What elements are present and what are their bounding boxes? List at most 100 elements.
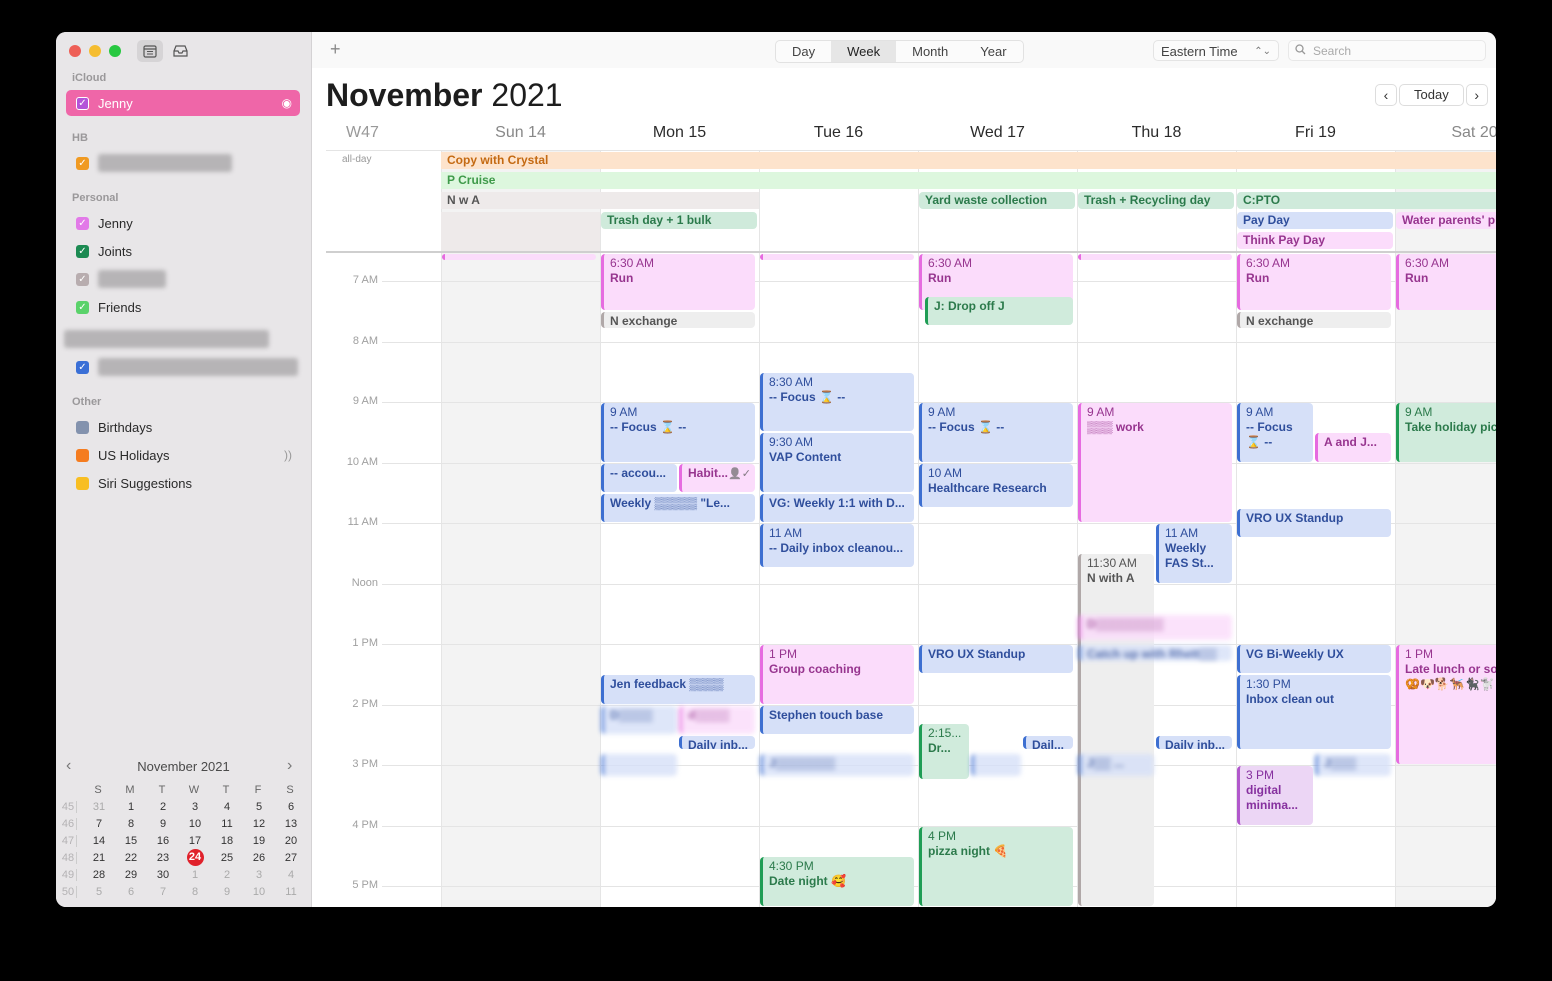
allday-event[interactable]: C:PTO: [1237, 192, 1496, 209]
calendar-event[interactable]: [971, 753, 1021, 777]
calendar-event[interactable]: VRO UX Standup: [919, 645, 1073, 674]
view-tab-week[interactable]: Week: [831, 41, 897, 62]
calendar-event[interactable]: J▒▒▒▒▒▒▒: [760, 753, 914, 777]
calendar-event[interactable]: [601, 753, 677, 777]
allday-event[interactable]: P Cruise: [441, 172, 1496, 189]
inbox-button[interactable]: [167, 40, 193, 62]
calendar-event[interactable]: N exchange: [601, 312, 755, 329]
mini-day[interactable]: 2: [211, 869, 243, 881]
mini-day[interactable]: 5: [83, 886, 115, 898]
mini-day[interactable]: 21: [83, 852, 115, 864]
calendar-event[interactable]: 6:30 AM Run: [1396, 254, 1496, 311]
sidebar-calendar-item[interactable]: ✓: [66, 266, 300, 292]
shared-person-icon[interactable]: ◉: [282, 96, 292, 110]
calendar-event[interactable]: Daily inb...: [1156, 735, 1232, 749]
mini-day[interactable]: 6: [115, 886, 147, 898]
mini-day[interactable]: 11: [211, 818, 243, 830]
mini-day[interactable]: 25: [211, 852, 243, 864]
sidebar-calendar-item[interactable]: ✓: [66, 150, 300, 176]
day-header[interactable]: Mon 15: [600, 124, 759, 142]
calendar-event[interactable]: Dail...: [1023, 735, 1073, 749]
calendar-event[interactable]: Jen feedback ▒▒▒▒: [601, 675, 755, 704]
calendar-event[interactable]: 9 AM Take holiday pic: [1396, 403, 1496, 462]
calendar-event[interactable]: 9 AM -- Focus ⌛ --: [601, 403, 755, 462]
allday-event[interactable]: Yard waste collection: [919, 192, 1075, 209]
checkbox-checked-icon[interactable]: ✓: [76, 272, 89, 286]
mini-day[interactable]: 3: [243, 869, 275, 881]
day-header[interactable]: Sun 14: [441, 124, 600, 142]
sidebar-calendar-item[interactable]: Siri Suggestions: [66, 470, 300, 496]
day-header[interactable]: Tue 16: [759, 124, 918, 142]
mini-day[interactable]: 17: [179, 835, 211, 847]
calendar-event[interactable]: Catch up with Rhett▒▒: [1078, 645, 1232, 662]
mini-day[interactable]: 1: [179, 869, 211, 881]
checkbox-checked-icon[interactable]: ✓: [76, 156, 89, 170]
add-event-button[interactable]: +: [330, 39, 341, 60]
sidebar-calendar-item[interactable]: US Holidays)): [66, 442, 300, 468]
calendar-list-toggle[interactable]: [137, 40, 163, 62]
mini-day[interactable]: 11: [275, 886, 307, 898]
calendar-event[interactable]: 11 AM -- Daily inbox cleanou...: [760, 524, 914, 568]
mini-day[interactable]: 30: [147, 869, 179, 881]
day-header[interactable]: Sat 20: [1395, 124, 1496, 142]
calendar-event[interactable]: 9 AM -- Focus ⌛ --: [1237, 403, 1313, 462]
calendar-event[interactable]: VG: Weekly 1:1 with D...: [760, 493, 914, 522]
allday-event[interactable]: N w A: [441, 192, 759, 209]
mini-day[interactable]: 27: [275, 852, 307, 864]
calendar-event[interactable]: VRO UX Standup: [1237, 508, 1391, 538]
sidebar-calendar-item[interactable]: Birthdays: [66, 414, 300, 440]
calendar-event[interactable]: 9 AM -- Focus ⌛ --: [919, 403, 1073, 462]
allday-event[interactable]: Trash + Recycling day: [1078, 192, 1234, 209]
sidebar-calendar-item[interactable]: ✓ Jenny ◉: [66, 90, 300, 116]
broadcast-icon[interactable]: )): [284, 448, 292, 462]
mini-next-month-button[interactable]: ›: [287, 757, 292, 775]
mini-day[interactable]: 4: [275, 869, 307, 881]
mini-day[interactable]: 22: [115, 852, 147, 864]
allday-event[interactable]: Water parents' plants: [1396, 212, 1496, 229]
previous-week-button[interactable]: ‹: [1375, 84, 1397, 106]
mini-day[interactable]: 10: [179, 818, 211, 830]
calendar-event[interactable]: 2:15... Dr...: [919, 723, 969, 780]
mini-day[interactable]: 2: [147, 801, 179, 813]
mini-day[interactable]: 20: [275, 835, 307, 847]
close-button[interactable]: [69, 45, 81, 57]
calendar-event[interactable]: D▒▒▒▒▒▒▒▒: [1078, 614, 1232, 640]
mini-day[interactable]: 28: [83, 869, 115, 881]
allday-event[interactable]: Think Pay Day: [1237, 232, 1393, 249]
mini-day[interactable]: 7: [83, 818, 115, 830]
calendar-event[interactable]: Stephen touch base: [760, 705, 914, 734]
mini-day[interactable]: 13: [275, 818, 307, 830]
day-header[interactable]: Wed 17: [918, 124, 1077, 142]
calendar-event[interactable]: 1:30 PM Inbox clean out: [1237, 675, 1391, 749]
allday-event[interactable]: Trash day + 1 bulk: [601, 212, 757, 229]
sidebar-calendar-item[interactable]: ✓ Joints: [66, 238, 300, 264]
mini-day[interactable]: 6: [275, 801, 307, 813]
view-tab-day[interactable]: Day: [776, 41, 831, 62]
mini-day[interactable]: 3: [179, 801, 211, 813]
mini-day[interactable]: 8: [115, 818, 147, 830]
checkbox-checked-icon[interactable]: ✓: [76, 216, 89, 230]
calendar-event[interactable]: 9:30 AM VAP Content: [760, 433, 914, 492]
mini-day[interactable]: 23: [147, 852, 179, 864]
calendar-event[interactable]: [760, 254, 914, 260]
mini-day[interactable]: 31: [83, 801, 115, 813]
mini-day[interactable]: 1: [115, 801, 147, 813]
mini-day[interactable]: 16: [147, 835, 179, 847]
calendar-event[interactable]: J: Drop off J: [925, 297, 1073, 326]
calendar-event[interactable]: 9 AM ▒▒▒ work: [1078, 403, 1232, 522]
mini-day[interactable]: 19: [243, 835, 275, 847]
allday-event[interactable]: Copy with Crystal: [441, 152, 1496, 169]
checkbox-checked-icon[interactable]: ✓: [76, 360, 89, 374]
allday-event[interactable]: Pay Day: [1237, 212, 1393, 229]
mini-day[interactable]: 26: [243, 852, 275, 864]
calendar-event[interactable]: d▒▒▒▒: [679, 705, 755, 734]
calendar-event[interactable]: [442, 254, 596, 260]
calendar-event[interactable]: 6:30 AM Run: [1237, 254, 1391, 311]
calendar-event[interactable]: Daily inb...: [679, 735, 755, 749]
mini-day[interactable]: 9: [147, 818, 179, 830]
mini-day[interactable]: 15: [115, 835, 147, 847]
calendar-event[interactable]: Weekly ▒▒▒▒▒ "Le...: [601, 493, 755, 522]
calendar-event[interactable]: 8:30 AM -- Focus ⌛ --: [760, 372, 914, 432]
calendar-event[interactable]: 1 PM Group coaching: [760, 645, 914, 704]
view-tab-year[interactable]: Year: [964, 41, 1022, 62]
